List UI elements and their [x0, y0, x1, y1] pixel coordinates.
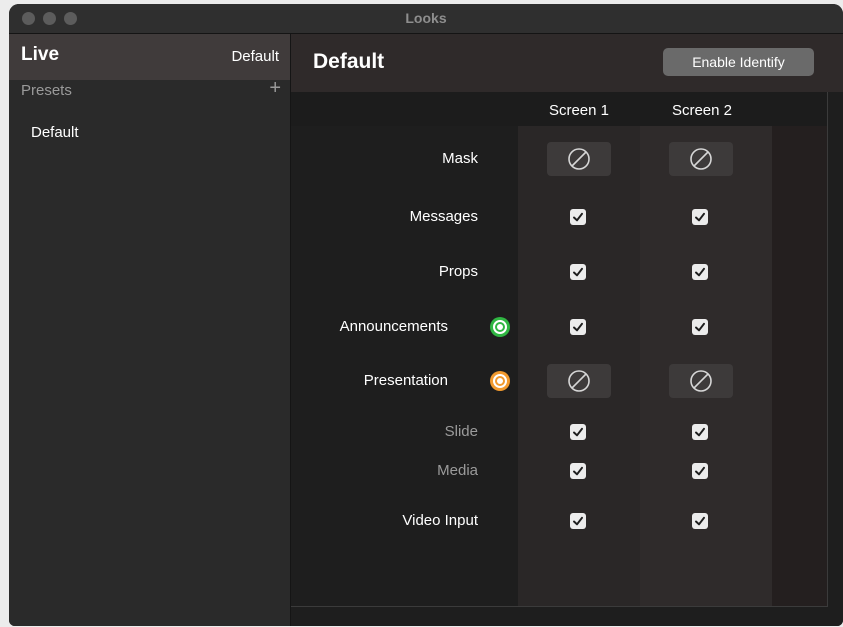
live-look-row[interactable]: Live Default [9, 34, 290, 80]
row-label: Announcements [339, 318, 448, 335]
checkbox[interactable] [570, 264, 586, 280]
screen-2-cell [640, 417, 762, 447]
checkbox[interactable] [692, 209, 708, 225]
checkmark-icon [695, 322, 705, 332]
table-row: Messages [291, 202, 827, 232]
checkmark-icon [695, 427, 705, 437]
screen-2-cell [640, 257, 762, 287]
checkmark-icon [695, 466, 705, 476]
none-button[interactable] [669, 364, 733, 398]
screen-2-cell [640, 202, 762, 232]
none-icon [568, 370, 590, 392]
none-button[interactable] [547, 364, 611, 398]
screens-table: Screen 1 Screen 2 Mask Messages Props Annou… [291, 92, 828, 607]
screen-1-cell [518, 364, 640, 398]
enable-identify-button[interactable]: Enable Identify [663, 48, 814, 76]
none-icon [568, 148, 590, 170]
screen-1-cell [518, 142, 640, 176]
row-label: Video Input [402, 512, 478, 529]
row-label: Mask [442, 150, 478, 167]
live-label: Live [21, 44, 60, 65]
table-row: Slide [291, 417, 827, 447]
none-button[interactable] [547, 142, 611, 176]
column-header-screen-1: Screen 1 [548, 102, 610, 119]
screen-1-cell [518, 202, 640, 232]
checkmark-icon [573, 212, 583, 222]
checkbox[interactable] [692, 264, 708, 280]
screen-2-cell [640, 312, 762, 342]
screen-2-cell [640, 142, 762, 176]
checkmark-icon [573, 267, 583, 277]
live-status-green-icon[interactable] [490, 317, 510, 337]
checkbox[interactable] [570, 513, 586, 529]
add-preset-button[interactable]: + [269, 78, 281, 98]
checkbox[interactable] [692, 319, 708, 335]
screen-1-cell [518, 417, 640, 447]
checkmark-icon [695, 267, 705, 277]
checkbox[interactable] [692, 463, 708, 479]
table-row: Mask [291, 142, 827, 176]
row-label: Media [437, 462, 478, 479]
preset-item-default[interactable]: Default [31, 124, 79, 141]
row-label: Props [438, 263, 478, 280]
checkbox[interactable] [570, 209, 586, 225]
row-label: Messages [409, 208, 478, 225]
page-title: Default [313, 50, 385, 73]
table-row: Props [291, 257, 827, 287]
screen-1-cell [518, 456, 640, 486]
live-look-value: Default [231, 48, 279, 65]
sidebar: Live Default Presets + Default [9, 34, 291, 626]
live-status-orange-icon[interactable] [490, 371, 510, 391]
screen-2-cell [640, 506, 762, 536]
checkbox[interactable] [692, 424, 708, 440]
checkbox[interactable] [692, 513, 708, 529]
checkmark-icon [573, 466, 583, 476]
row-label: Presentation [363, 372, 448, 389]
main-panel: Default Enable Identify Screen 1 Screen … [291, 34, 843, 626]
presets-header: Presets [21, 82, 72, 99]
checkbox[interactable] [570, 424, 586, 440]
none-icon [690, 148, 712, 170]
screen-2-cell [640, 456, 762, 486]
checkbox[interactable] [570, 319, 586, 335]
window-title: Looks [405, 10, 447, 26]
main-header: Default Enable Identify [291, 34, 843, 92]
row-label: Slide [444, 423, 478, 440]
checkmark-icon [573, 516, 583, 526]
checkmark-icon [695, 516, 705, 526]
table-row: Presentation [291, 364, 827, 398]
none-icon [690, 370, 712, 392]
table-row: Media [291, 456, 827, 486]
screen-1-cell [518, 257, 640, 287]
screen-2-cell [640, 364, 762, 398]
title-bar: Looks [9, 4, 843, 34]
checkmark-icon [695, 212, 705, 222]
table-header: Screen 1 Screen 2 [291, 92, 827, 126]
column-header-screen-2: Screen 2 [671, 102, 733, 119]
checkmark-icon [573, 427, 583, 437]
table-row: Video Input [291, 506, 827, 536]
screen-1-cell [518, 506, 640, 536]
checkmark-icon [573, 322, 583, 332]
checkbox[interactable] [570, 463, 586, 479]
table-row: Announcements [291, 312, 827, 342]
none-button[interactable] [669, 142, 733, 176]
looks-window: Looks Live Default Presets + Default Def… [9, 4, 843, 626]
screen-1-cell [518, 312, 640, 342]
